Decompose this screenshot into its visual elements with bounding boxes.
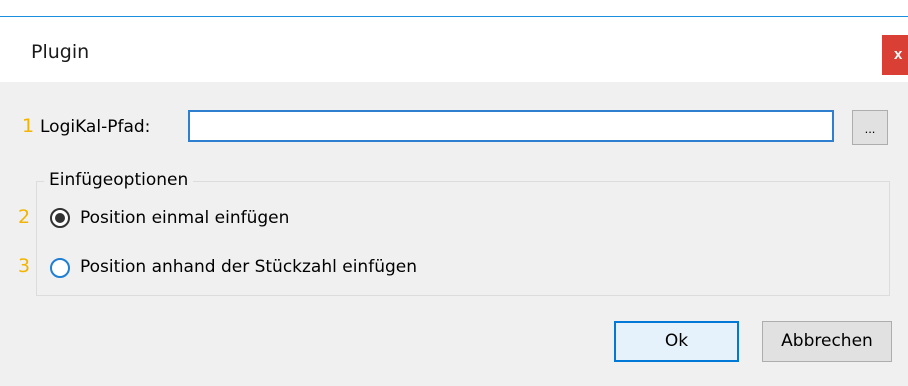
title-bar [0,17,908,82]
annotation-marker-1: 1 [22,115,35,137]
insert-by-quantity-radio[interactable] [50,258,70,278]
annotation-marker-2: 2 [18,206,31,228]
insert-options-title: Einfügeoptionen [44,170,194,190]
logikal-path-label: LogiKal-Pfad: [40,117,151,137]
dialog-title: Plugin [31,41,90,63]
close-button[interactable]: x [882,35,908,75]
insert-by-quantity-label[interactable]: Position anhand der Stückzahl einfügen [80,257,417,277]
insert-once-radio[interactable] [50,208,70,228]
plugin-dialog: Plugin x 1 LogiKal-Pfad: ... Einfügeopti… [0,0,908,386]
logikal-path-input[interactable] [188,110,834,142]
insert-options-group [36,181,890,296]
annotation-marker-3: 3 [18,255,31,277]
insert-once-label[interactable]: Position einmal einfügen [80,208,289,228]
cancel-button[interactable]: Abbrechen [762,321,892,362]
browse-button[interactable]: ... [852,110,888,145]
ok-button[interactable]: Ok [614,321,739,362]
